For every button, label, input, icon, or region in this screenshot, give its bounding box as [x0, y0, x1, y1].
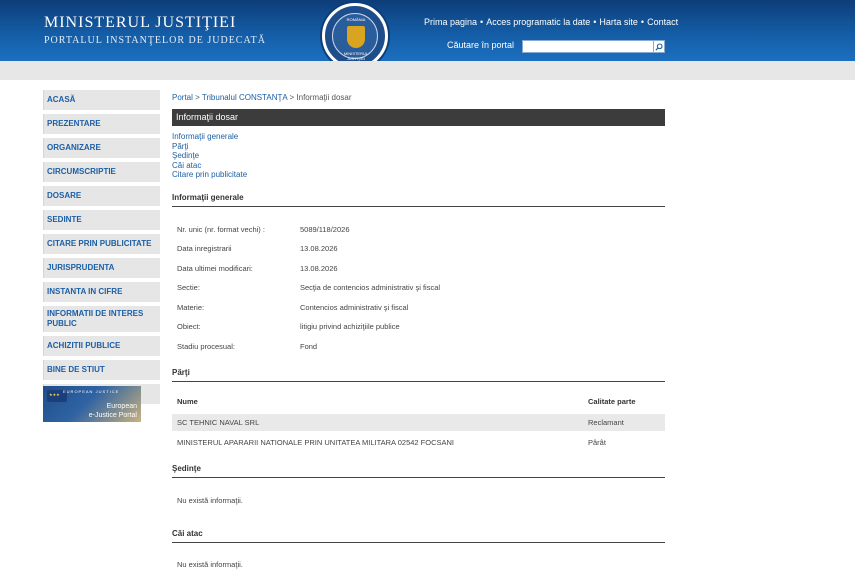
sidebar-item-achizitii-publice[interactable]: ACHIZITII PUBLICE: [43, 336, 160, 356]
ejustice-line4: e-Justice Portal: [88, 412, 137, 419]
info-value: litigiu privind achiziţiile publice: [300, 322, 400, 331]
emblem-top-text: ROMÂNIA: [346, 17, 366, 22]
breadcrumb-tribunal[interactable]: Tribunalul CONSTANŢA: [202, 93, 287, 102]
section-heading-cai-atac: Căi atac: [172, 529, 665, 543]
info-value: 5089/118/2026: [300, 225, 350, 234]
info-value: 13.08.2026: [300, 264, 338, 273]
search-label: Căutare în portal: [447, 40, 515, 50]
party-role: Reclamant: [588, 418, 624, 427]
sidebar-item-jurisprudenta[interactable]: JURISPRUDENTA: [43, 258, 160, 278]
ejustice-line2: JUSTICE: [95, 389, 120, 394]
info-label: Obiect:: [177, 322, 201, 331]
nav-prima-pagina[interactable]: Prima pagina: [424, 17, 477, 27]
ejustice-portal-banner[interactable]: ★★★ EUROPEAN JUSTICE European e-Justice …: [43, 386, 141, 422]
sidebar-item-sedinte[interactable]: SEDINTE: [43, 210, 160, 230]
site-subtitle: PORTALUL INSTANŢELOR DE JUDECATĂ: [44, 35, 266, 46]
toc-sedinte[interactable]: Şedinţe: [172, 151, 247, 161]
section-toc: Informaţii generale Părţi Şedinţe Căi at…: [172, 132, 247, 180]
search-button[interactable]: [654, 40, 665, 53]
shield-icon: [347, 26, 365, 48]
ejustice-line1: EUROPEAN: [63, 389, 94, 394]
info-value: 13.08.2026: [300, 244, 338, 253]
table-row: SC TEHNIC NAVAL SRL Reclamant: [172, 414, 665, 431]
party-name: MINISTERUL APARARII NATIONALE PRIN UNITA…: [177, 438, 455, 447]
sidebar-menu: ACASĂ PREZENTARE ORGANIZARE CIRCUMSCRIPT…: [43, 90, 160, 408]
nav-acces-programatic[interactable]: Acces programatic la date: [486, 17, 590, 27]
info-label: Data inregistrarii: [177, 244, 232, 253]
column-header-calitate: Calitate parte: [588, 397, 636, 406]
sidebar-item-instanta-in-cifre[interactable]: INSTANTA IN CIFRE: [43, 282, 160, 302]
sidebar-item-bine-de-stiut[interactable]: BINE DE STIUT: [43, 360, 160, 380]
table-row: MINISTERUL APARARII NATIONALE PRIN UNITA…: [172, 434, 665, 451]
section-heading-general: Informaţii generale: [172, 193, 665, 207]
nav-separator: •: [480, 17, 484, 27]
site-header: MINISTERUL JUSTIŢIEI PORTALUL INSTANŢELO…: [0, 0, 855, 69]
sidebar-item-circumscriptie[interactable]: CIRCUMSCRIPTIE: [43, 162, 160, 182]
eu-stars-glyph: ★★★: [49, 392, 60, 397]
sidebar-item-organizare[interactable]: ORGANIZARE: [43, 138, 160, 158]
search-icon: [655, 43, 663, 51]
breadcrumb: Portal > Tribunalul CONSTANŢA > Informaţ…: [172, 93, 352, 102]
info-value: Fond: [300, 342, 318, 351]
toc-parti[interactable]: Părţi: [172, 142, 247, 152]
ejustice-line3: European: [106, 403, 137, 410]
sidebar-item-acasa[interactable]: ACASĂ: [43, 90, 160, 110]
info-label: Data ultimei modificari:: [177, 264, 253, 273]
page-title: Informaţii dosar: [172, 109, 665, 126]
party-role: Pârât: [588, 438, 606, 447]
emblem-inner: ROMÂNIA MINISTERUL JUSTIŢIEI: [332, 13, 378, 61]
section-heading-sedinte: Şedinţe: [172, 464, 665, 478]
header-band: [0, 61, 855, 80]
breadcrumb-current: Informaţii dosar: [296, 93, 352, 102]
info-label: Stadiu procesual:: [177, 342, 235, 351]
toc-cai-atac[interactable]: Căi atac: [172, 161, 247, 171]
sidebar-item-informatii-interes-public[interactable]: INFORMATII DE INTERES PUBLIC: [43, 306, 160, 332]
info-value: Secţia de contencios administrativ şi fi…: [300, 283, 441, 292]
emblem-bottom-text: MINISTERUL JUSTIŢIEI: [343, 51, 369, 61]
column-header-nume: Nume: [177, 397, 198, 406]
breadcrumb-separator: >: [195, 93, 200, 102]
party-name: SC TEHNIC NAVAL SRL: [177, 418, 260, 427]
info-label: Materie:: [177, 303, 205, 312]
site-title: MINISTERUL JUSTIŢIEI: [44, 14, 237, 31]
sidebar-item-prezentare[interactable]: PREZENTARE: [43, 114, 160, 134]
breadcrumb-portal[interactable]: Portal: [172, 93, 193, 102]
toc-informatii-generale[interactable]: Informaţii generale: [172, 132, 247, 142]
sedinte-empty-note: Nu există informaţii.: [177, 496, 243, 505]
ejustice-banner-top: EUROPEAN JUSTICE: [63, 389, 119, 394]
info-value: Contencios administrativ şi fiscal: [300, 303, 409, 312]
sidebar-item-dosare[interactable]: DOSARE: [43, 186, 160, 206]
nav-separator: •: [640, 17, 645, 27]
cai-atac-empty-note: Nu există informaţii.: [177, 560, 243, 569]
coat-of-arms-emblem[interactable]: ROMÂNIA MINISTERUL JUSTIŢIEI: [322, 3, 388, 69]
top-nav: Prima pagina • Acces programatic la date • H…: [424, 17, 678, 27]
toc-citare[interactable]: Citare prin publicitate: [172, 170, 247, 180]
sidebar-item-citare[interactable]: CITARE PRIN PUBLICITATE: [43, 234, 160, 254]
parti-table-header: Nume Calitate parte: [172, 397, 665, 413]
nav-contact[interactable]: Contact: [647, 17, 678, 27]
nav-separator: •: [593, 17, 597, 27]
info-label: Nr. unic (nr. format vechi) :: [177, 225, 265, 234]
search-input[interactable]: [522, 40, 654, 53]
nav-harta-site[interactable]: Harta site: [599, 17, 638, 27]
breadcrumb-separator: >: [289, 93, 295, 102]
section-heading-parti: Părţi: [172, 368, 665, 382]
info-label: Sectie:: [177, 283, 200, 292]
